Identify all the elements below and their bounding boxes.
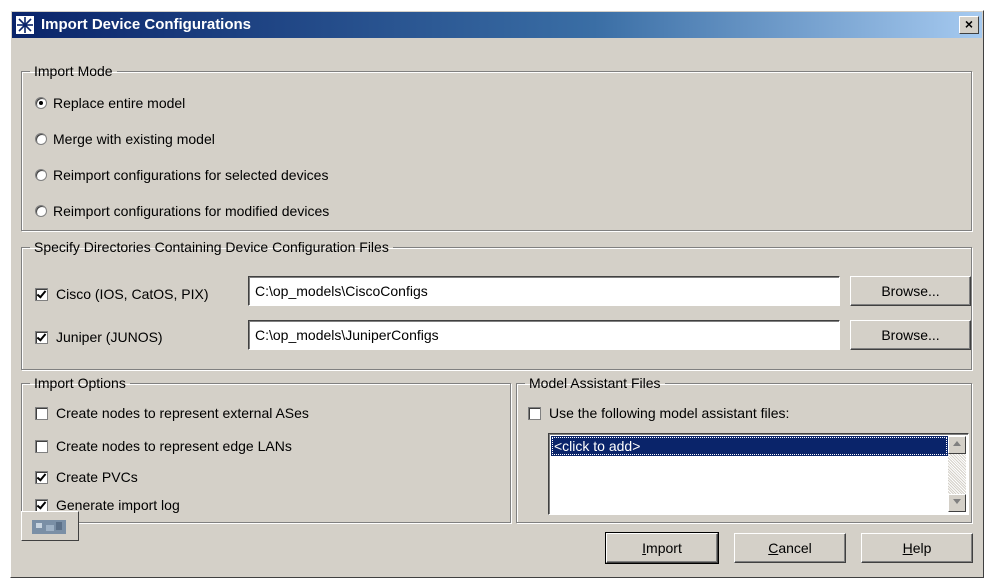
- radio-button[interactable]: [35, 133, 47, 145]
- close-button[interactable]: ×: [959, 16, 979, 34]
- checkbox-juniper[interactable]: Juniper (JUNOS): [35, 329, 163, 345]
- checkbox-use-assistant-files[interactable]: Use the following model assistant files:: [528, 405, 789, 421]
- radio-reimport-selected[interactable]: Reimport configurations for selected dev…: [35, 167, 328, 183]
- import-mode-legend: Import Mode: [34, 63, 113, 79]
- title-bar[interactable]: Import Device Configurations ×: [12, 12, 982, 38]
- radio-label: Reimport configurations for selected dev…: [53, 167, 329, 183]
- checkbox-external-ases[interactable]: Create nodes to represent external ASes: [35, 405, 309, 421]
- cancel-label: ancel: [778, 540, 812, 556]
- directories-legend: Specify Directories Containing Device Co…: [34, 239, 389, 255]
- radio-button[interactable]: [35, 97, 47, 109]
- help-mnemonic: H: [902, 540, 913, 556]
- checkbox[interactable]: [35, 330, 48, 344]
- close-icon: ×: [964, 16, 974, 32]
- help-label: elp: [912, 540, 932, 556]
- cisco-label: Cisco (IOS, CatOS, PIX): [56, 286, 209, 302]
- checkbox-edge-lans[interactable]: Create nodes to represent edge LANs: [35, 438, 292, 454]
- checkbox[interactable]: [35, 498, 48, 512]
- checkbox[interactable]: [528, 406, 541, 420]
- scroll-up-button[interactable]: [948, 436, 966, 454]
- checkbox[interactable]: [35, 470, 48, 484]
- radio-label: Reimport configurations for modified dev…: [53, 203, 330, 219]
- checkbox-cisco[interactable]: Cisco (IOS, CatOS, PIX): [35, 286, 208, 302]
- juniper-path-input[interactable]: C:\op_models\JuniperConfigs: [248, 320, 840, 350]
- radio-button[interactable]: [35, 169, 47, 181]
- cancel-mnemonic: C: [768, 540, 779, 556]
- scroll-down-button[interactable]: [948, 494, 966, 512]
- wizard-button[interactable]: [21, 511, 79, 541]
- arrow-down-icon: [953, 499, 961, 504]
- radio-reimport-modified[interactable]: Reimport configurations for modified dev…: [35, 203, 329, 219]
- juniper-label: Juniper (JUNOS): [56, 329, 163, 345]
- checkbox[interactable]: [35, 287, 48, 301]
- radio-label: Replace entire model: [53, 95, 186, 111]
- listbox-scrollbar[interactable]: [948, 436, 966, 512]
- juniper-browse-button[interactable]: Browse...: [850, 320, 971, 350]
- option-label: Create nodes to represent edge LANs: [56, 438, 292, 454]
- import-button[interactable]: Import: [605, 532, 719, 564]
- import-label: mport: [646, 540, 682, 556]
- wizard-icon: [32, 520, 66, 534]
- radio-replace-entire-model[interactable]: Replace entire model: [35, 95, 185, 111]
- window-title: Import Device Configurations: [41, 16, 252, 33]
- starburst-icon: [15, 15, 35, 35]
- cancel-button[interactable]: Cancel: [734, 533, 846, 563]
- use-assistant-label: Use the following model assistant files:: [549, 405, 790, 421]
- cisco-browse-button[interactable]: Browse...: [850, 276, 971, 306]
- arrow-up-icon: [953, 441, 961, 446]
- import-options-legend: Import Options: [34, 375, 126, 391]
- checkbox[interactable]: [35, 406, 48, 420]
- radio-label: Merge with existing model: [53, 131, 215, 147]
- assistant-files-listbox[interactable]: <click to add>: [548, 433, 969, 515]
- checkbox[interactable]: [35, 439, 48, 453]
- help-button[interactable]: Help: [861, 533, 973, 563]
- option-label: Create nodes to represent external ASes: [56, 405, 309, 421]
- radio-button[interactable]: [35, 205, 47, 217]
- radio-merge-existing-model[interactable]: Merge with existing model: [35, 131, 215, 147]
- model-assistant-legend: Model Assistant Files: [529, 375, 661, 391]
- cisco-path-input[interactable]: C:\op_models\CiscoConfigs: [248, 276, 840, 306]
- list-item[interactable]: <click to add>: [551, 436, 948, 456]
- option-label: Create PVCs: [56, 469, 138, 485]
- import-dialog: Import Device Configurations × Import Mo…: [10, 10, 984, 578]
- checkbox-create-pvcs[interactable]: Create PVCs: [35, 469, 138, 485]
